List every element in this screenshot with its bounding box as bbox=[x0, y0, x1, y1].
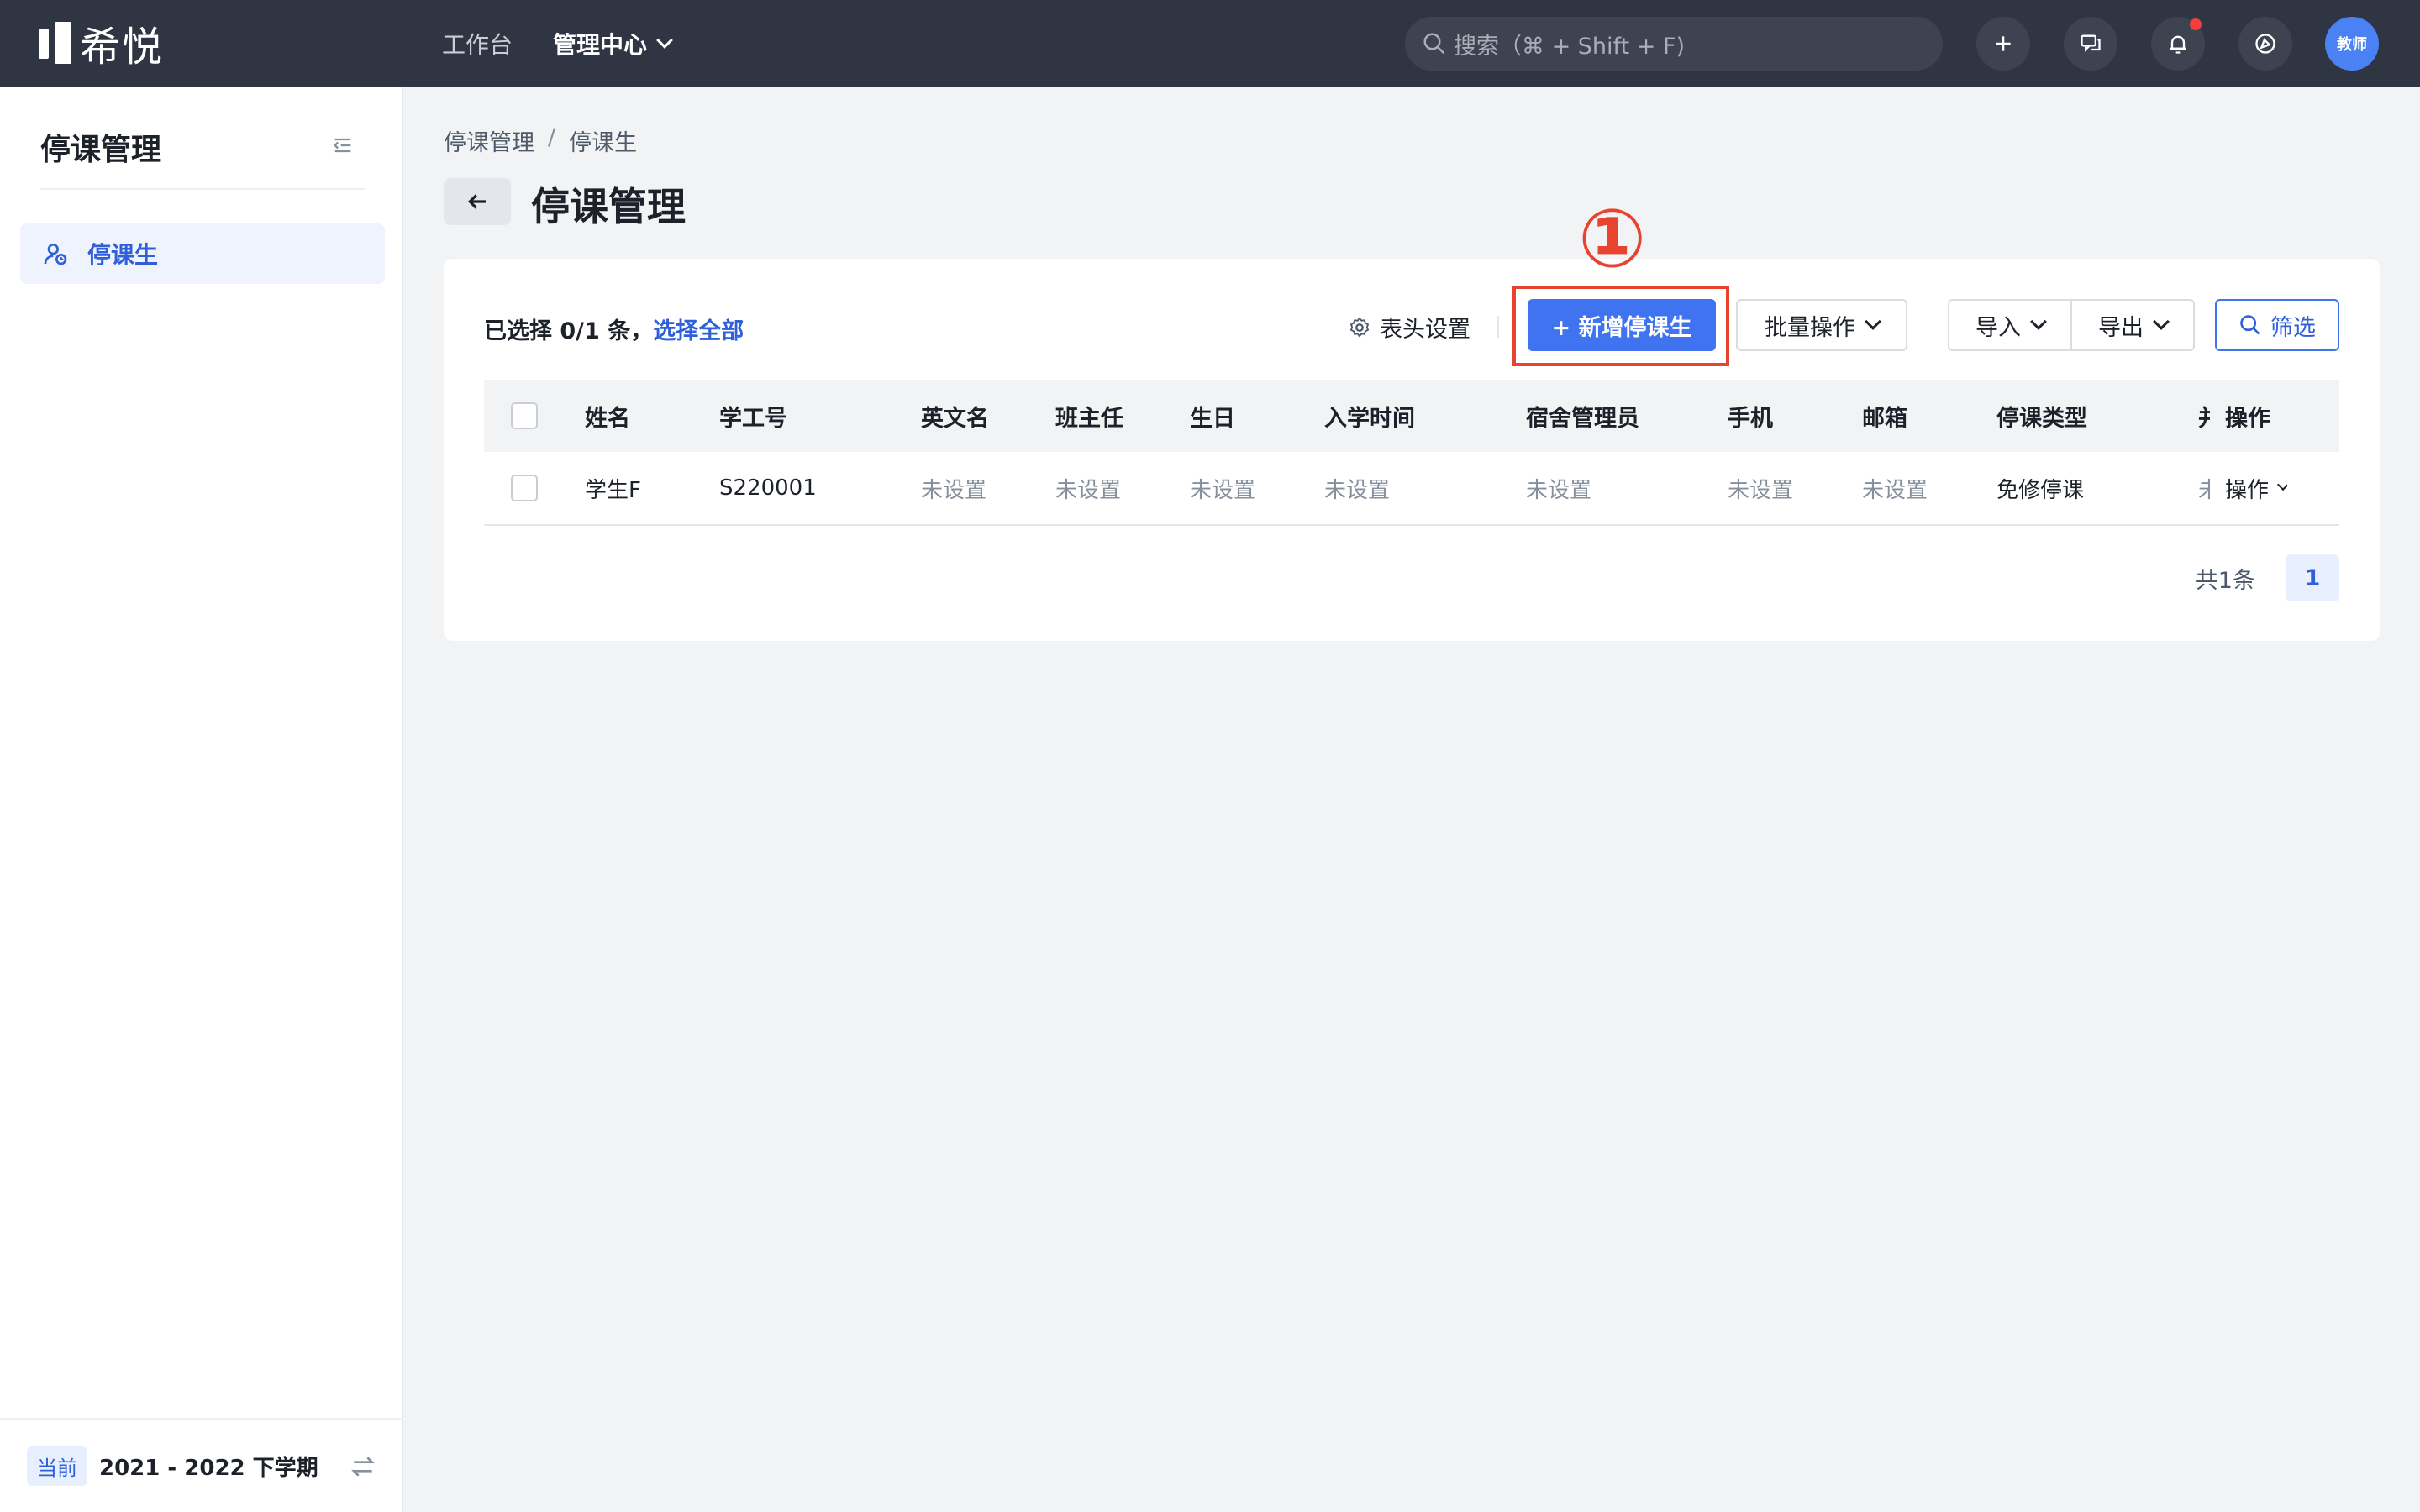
select-all-link[interactable]: 选择全部 bbox=[653, 318, 744, 344]
cell-id: S220001 bbox=[719, 475, 817, 501]
batch-actions-dropdown[interactable]: 批量操作 bbox=[1736, 299, 1907, 351]
row-actions-dropdown[interactable]: 操作 bbox=[2225, 452, 2288, 524]
header-settings-label: 表头设置 bbox=[1380, 317, 1470, 343]
annotation-highlight-box bbox=[1512, 286, 1729, 366]
breadcrumb-separator: / bbox=[548, 124, 556, 150]
export-dropdown[interactable]: 导出 bbox=[2070, 299, 2195, 351]
breadcrumb-item[interactable]: 停课管理 bbox=[444, 124, 534, 157]
import-label: 导入 bbox=[1975, 314, 2021, 341]
cell-phone: 未设置 bbox=[1728, 477, 1794, 503]
cell-enroll-date: 未设置 bbox=[1324, 477, 1391, 503]
pagination: 共1条 1 bbox=[2196, 554, 2339, 601]
filter-button[interactable]: 筛选 bbox=[2215, 299, 2339, 351]
table-row[interactable]: 学生F S220001 未设置 未设置 未设置 未设置 未设置 未设置 未设置 … bbox=[484, 452, 2339, 526]
messages-button[interactable] bbox=[2064, 17, 2118, 71]
nav-admin-center-label: 管理中心 bbox=[553, 30, 648, 59]
cell-dorm-manager: 未设置 bbox=[1526, 477, 1592, 503]
select-all-checkbox[interactable] bbox=[511, 402, 538, 429]
apps-button[interactable] bbox=[2238, 17, 2292, 71]
col-english-name[interactable]: 英文名 bbox=[921, 380, 989, 452]
gear-icon bbox=[1349, 316, 1370, 338]
chevron-down-icon bbox=[2030, 313, 2047, 330]
col-suspension-type[interactable]: 停课类型 bbox=[1996, 380, 2087, 452]
back-button[interactable] bbox=[444, 178, 511, 225]
selection-count: 已选择 0/1 条， bbox=[484, 318, 654, 344]
search-placeholder: 搜索（⌘ + Shift + F) bbox=[1454, 33, 1686, 60]
compass-icon bbox=[2255, 34, 2275, 54]
search-icon bbox=[1423, 33, 1445, 55]
col-dorm-manager[interactable]: 宿舍管理员 bbox=[1526, 380, 1639, 452]
arrow-left-icon bbox=[467, 194, 486, 209]
content-card: 已选择 0/1 条，选择全部 表头设置 + 新增停课生 ① 批量操作 导入 导出… bbox=[444, 198, 2380, 641]
plus-icon bbox=[1996, 36, 2011, 51]
sidebar: 停课管理 停课生 当前 2021 - 2022 下学期 bbox=[0, 87, 403, 1512]
page-1-button[interactable]: 1 bbox=[2286, 554, 2339, 601]
collapse-sidebar-icon[interactable] bbox=[331, 134, 355, 157]
col-name[interactable]: 姓名 bbox=[585, 380, 630, 452]
cell-head-teacher: 未设置 bbox=[1055, 477, 1122, 503]
cell-name: 学生F bbox=[585, 477, 641, 503]
filter-label: 筛选 bbox=[2270, 314, 2316, 341]
logo-text: 希悦 bbox=[80, 24, 165, 71]
col-birthday[interactable]: 生日 bbox=[1190, 380, 1235, 452]
chevron-down-icon bbox=[1865, 313, 1881, 330]
sidebar-item-label: 停课生 bbox=[87, 241, 159, 269]
nav-admin-center[interactable]: 管理中心 bbox=[553, 27, 673, 60]
logo-icon bbox=[39, 22, 71, 64]
chevron-down-icon bbox=[2153, 313, 2170, 330]
col-head-teacher[interactable]: 班主任 bbox=[1055, 380, 1123, 452]
top-bar: 希悦 工作台 管理中心 搜索（⌘ + Shift + F) 教师 bbox=[0, 0, 2420, 87]
cell-suspension-type: 免修停课 bbox=[1996, 477, 2085, 503]
row-checkbox[interactable] bbox=[511, 475, 538, 501]
current-term: 2021 - 2022 下学期 bbox=[99, 1455, 318, 1481]
search-icon bbox=[2240, 315, 2260, 335]
search-input[interactable]: 搜索（⌘ + Shift + F) bbox=[1405, 17, 1943, 71]
cell-english-name: 未设置 bbox=[921, 477, 987, 503]
cell-truncated: 未 bbox=[2198, 477, 2210, 503]
sidebar-title: 停课管理 bbox=[40, 133, 162, 167]
col-phone[interactable]: 手机 bbox=[1728, 380, 1773, 452]
row-actions-label: 操作 bbox=[2225, 477, 2270, 503]
total-count: 共1条 bbox=[2195, 567, 2255, 594]
import-dropdown[interactable]: 导入 bbox=[1948, 299, 2072, 351]
page-title: 停课管理 bbox=[531, 184, 686, 229]
app-logo[interactable]: 希悦 bbox=[39, 18, 164, 71]
message-icon bbox=[2081, 34, 2101, 52]
create-button[interactable] bbox=[1976, 17, 2030, 71]
top-nav: 工作台 管理中心 bbox=[442, 0, 673, 87]
students-table: 姓名 学工号 英文名 班主任 生日 入学时间 宿舍管理员 手机 邮箱 停课类型 … bbox=[484, 380, 2339, 526]
breadcrumb: 停课管理 / 停课生 bbox=[444, 124, 637, 157]
cell-birthday: 未设置 bbox=[1190, 477, 1256, 503]
toolbar-divider bbox=[1497, 316, 1499, 338]
swap-icon[interactable] bbox=[350, 1453, 376, 1480]
selection-info: 已选择 0/1 条，选择全部 bbox=[484, 312, 744, 345]
col-truncated[interactable]: 并 bbox=[2198, 380, 2210, 452]
unread-dot bbox=[2190, 18, 2202, 30]
term-switcher[interactable]: 当前 2021 - 2022 下学期 bbox=[0, 1418, 403, 1512]
bell-icon bbox=[2170, 35, 2186, 54]
col-id[interactable]: 学工号 bbox=[719, 380, 787, 452]
col-actions: 操作 bbox=[2225, 405, 2270, 432]
cell-email: 未设置 bbox=[1862, 477, 1928, 503]
notifications-button[interactable] bbox=[2151, 17, 2205, 71]
breadcrumb-item-current: 停课生 bbox=[569, 130, 638, 156]
col-enroll-date[interactable]: 入学时间 bbox=[1324, 380, 1415, 452]
user-clock-icon bbox=[44, 244, 67, 265]
header-settings-button[interactable]: 表头设置 bbox=[1348, 311, 1470, 344]
step-marker: ① bbox=[1578, 192, 1647, 286]
nav-workbench[interactable]: 工作台 bbox=[442, 27, 513, 60]
batch-actions-label: 批量操作 bbox=[1765, 314, 1855, 341]
user-avatar[interactable]: 教师 bbox=[2325, 17, 2379, 71]
chevron-down-icon bbox=[2276, 478, 2288, 491]
table-header: 姓名 学工号 英文名 班主任 生日 入学时间 宿舍管理员 手机 邮箱 停课类型 … bbox=[484, 380, 2339, 452]
export-label: 导出 bbox=[2098, 314, 2144, 341]
col-email[interactable]: 邮箱 bbox=[1862, 380, 1907, 452]
sidebar-item-suspended-students[interactable]: 停课生 bbox=[20, 223, 385, 284]
chevron-down-icon bbox=[656, 31, 673, 49]
sidebar-divider bbox=[40, 188, 365, 190]
current-term-tag: 当前 bbox=[27, 1446, 87, 1486]
